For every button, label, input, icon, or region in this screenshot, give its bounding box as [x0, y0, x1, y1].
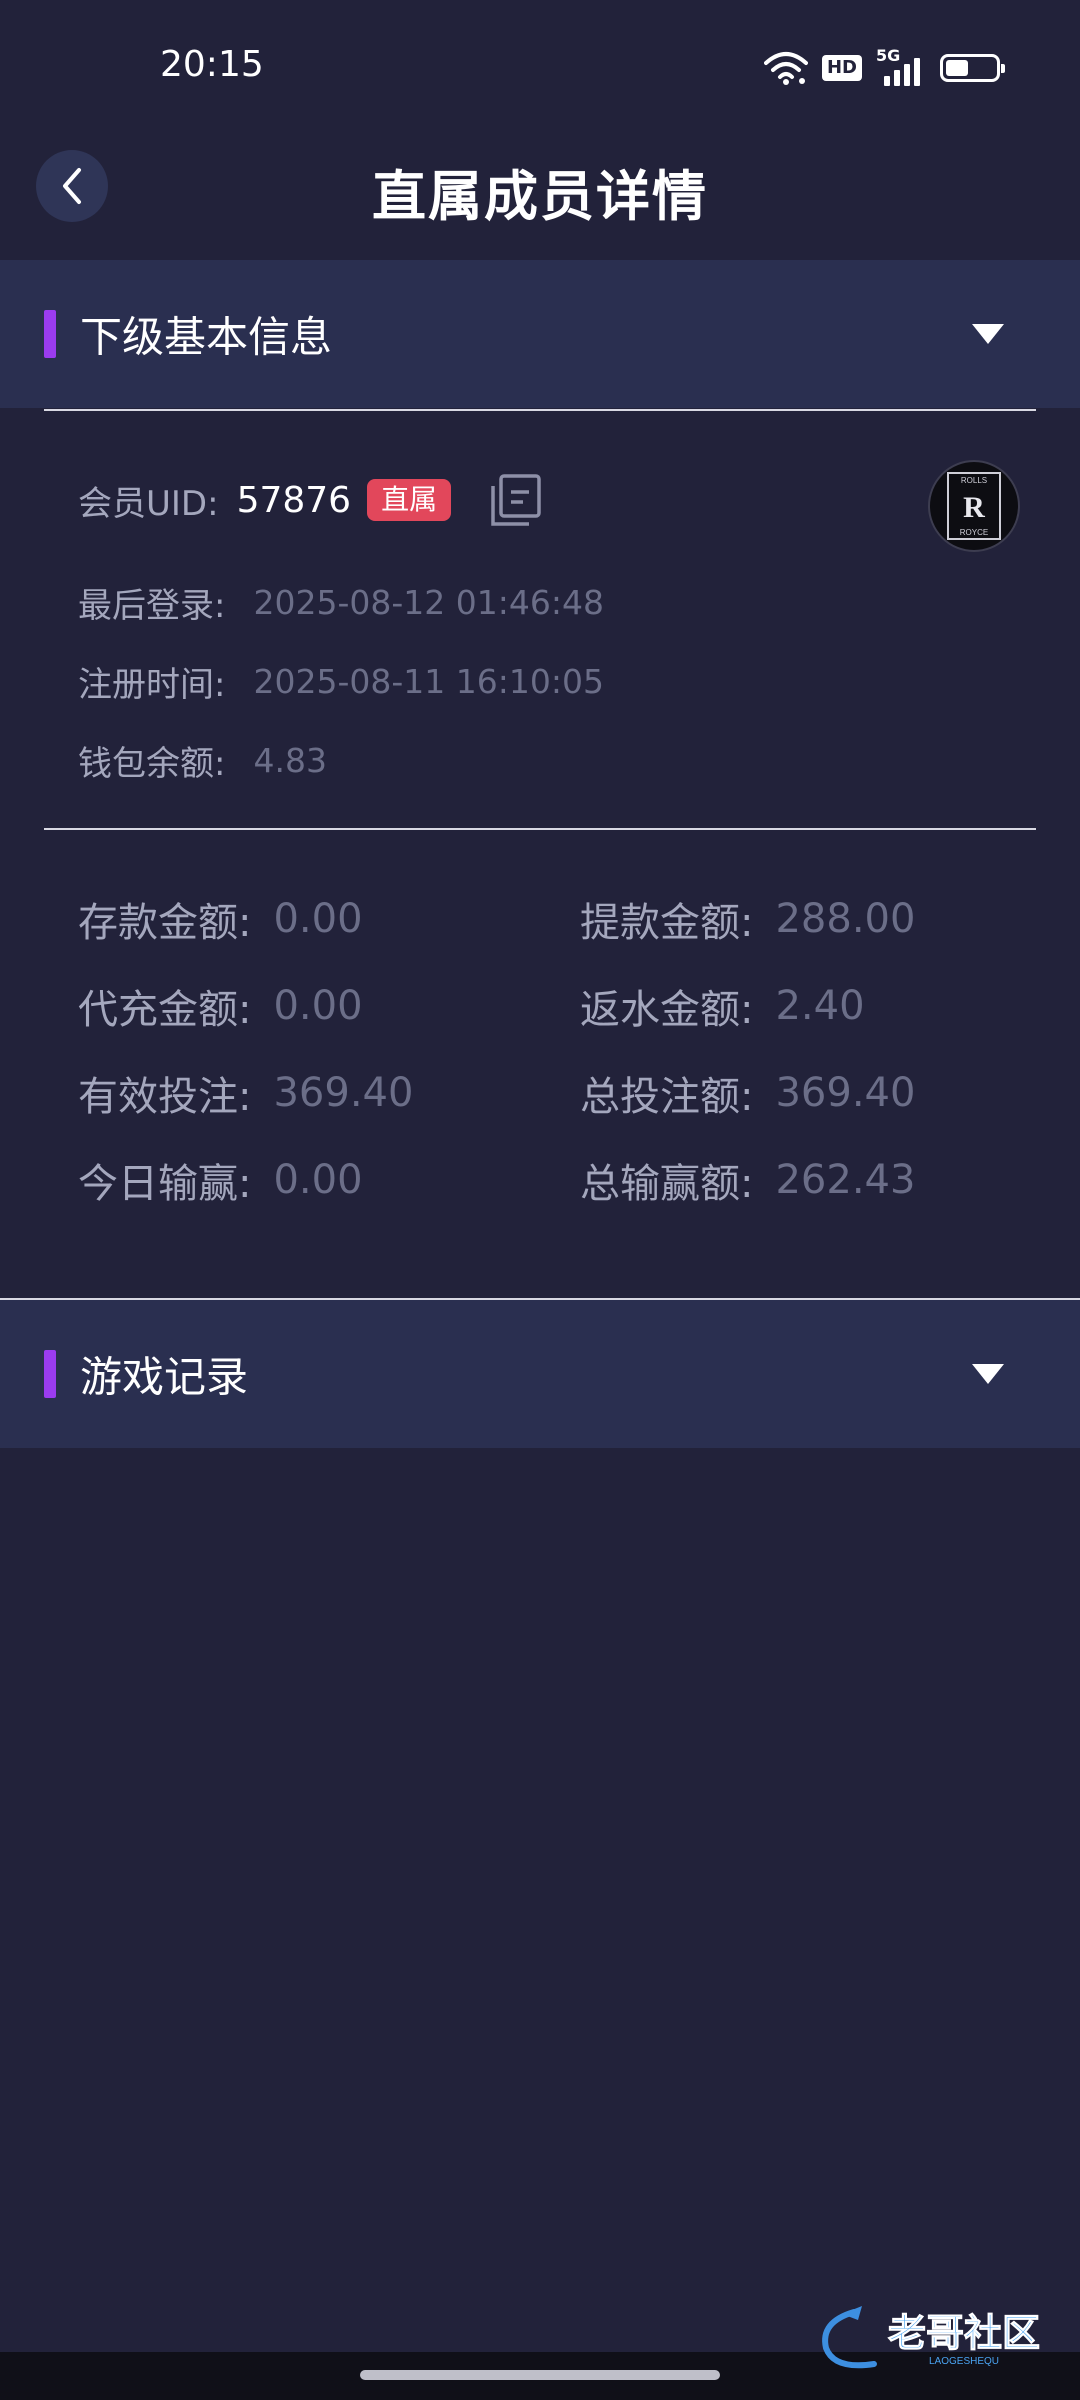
rolls-royce-logo-icon: ROLLS R ROYCE [947, 472, 1001, 540]
wallet-row: 钱包余额: 4.83 [78, 736, 327, 785]
direct-badge: 直属 [367, 479, 452, 521]
stat-value: 288.00 [775, 896, 916, 942]
basic-info-section-header[interactable]: 下级基本信息 [0, 260, 1080, 408]
register-row: 注册时间: 2025-08-11 16:10:05 [78, 657, 604, 706]
stat-total-bet: 总投注额: 369.40 [580, 1064, 915, 1122]
svg-text:ROLLS: ROLLS [961, 476, 987, 485]
svg-text:R: R [963, 491, 985, 524]
stat-rebate: 返水金额: 2.40 [580, 977, 865, 1035]
stat-value: 0.00 [273, 983, 363, 1029]
stat-label: 今日输赢: [78, 1161, 252, 1207]
stat-deposit: 存款金额: 0.00 [78, 890, 363, 948]
last-login-value: 2025-08-12 01:46:48 [253, 583, 604, 622]
stat-proxy-recharge: 代充金额: 0.00 [78, 977, 363, 1035]
stat-value: 262.43 [775, 1157, 916, 1203]
section-title: 下级基本信息 [80, 312, 333, 362]
stat-withdraw: 提款金额: 288.00 [580, 890, 915, 948]
watermark-subtext: LAOGESHEQU [929, 2356, 999, 2367]
status-bar: 20:15 HD 5G [0, 0, 1080, 130]
wallet-value: 4.83 [253, 741, 327, 780]
uid-value: 57876 [236, 479, 352, 521]
stat-label: 总投注额: [580, 1074, 754, 1120]
stat-label: 代充金额: [78, 987, 252, 1033]
stat-label: 总输赢额: [580, 1161, 754, 1207]
section-title: 游戏记录 [80, 1352, 249, 1402]
avatar[interactable]: ROLLS R ROYCE [928, 460, 1020, 552]
stat-value: 0.00 [273, 896, 363, 942]
section-accent-bar [44, 310, 56, 358]
stat-label: 存款金额: [78, 900, 252, 946]
copy-button[interactable] [487, 472, 543, 528]
divider [44, 828, 1036, 830]
hd-icon: HD [821, 55, 862, 81]
wallet-label: 钱包余额: [78, 744, 226, 784]
battery-icon [940, 54, 1005, 82]
5g-signal-icon: 5G [876, 46, 926, 86]
svg-text:ROYCE: ROYCE [960, 528, 988, 537]
last-login-label: 最后登录: [78, 586, 226, 626]
home-indicator[interactable] [360, 2370, 720, 2380]
stat-value: 369.40 [273, 1070, 414, 1116]
register-value: 2025-08-11 16:10:05 [253, 662, 604, 701]
copy-icon [491, 474, 541, 526]
stat-value: 0.00 [273, 1157, 363, 1203]
wifi-icon [763, 52, 808, 85]
watermark-text: 老哥社区 [888, 2311, 1040, 2355]
watermark-logo-icon: 老哥社区 LAOGESHEQU [822, 2306, 1041, 2369]
stat-today-win-loss: 今日输赢: 0.00 [78, 1151, 363, 1209]
page-header: 直属成员详情 [0, 130, 1080, 260]
divider [44, 409, 1036, 411]
stat-total-win-loss: 总输赢额: 262.43 [580, 1151, 915, 1209]
stat-value: 369.40 [775, 1070, 916, 1116]
last-login-row: 最后登录: 2025-08-12 01:46:48 [78, 578, 604, 627]
game-records-section-header[interactable]: 游戏记录 [0, 1300, 1080, 1448]
stat-value: 2.40 [775, 983, 865, 1029]
uid-label: 会员UID: [78, 483, 219, 524]
status-icons: HD 5G [763, 46, 1005, 88]
stat-label: 返水金额: [580, 987, 754, 1033]
section-accent-bar [44, 1350, 56, 1398]
stat-valid-bet: 有效投注: 369.40 [78, 1064, 413, 1122]
stat-label: 提款金额: [580, 900, 754, 946]
page-title: 直属成员详情 [372, 165, 708, 228]
stat-label: 有效投注: [78, 1074, 252, 1120]
chevron-down-icon[interactable] [972, 1364, 1004, 1384]
status-time: 20:15 [160, 44, 264, 85]
chevron-down-icon[interactable] [972, 324, 1004, 344]
register-label: 注册时间: [78, 665, 226, 705]
battery-fill [946, 60, 968, 76]
uid-row: 会员UID: 57876 直属 [78, 472, 543, 528]
